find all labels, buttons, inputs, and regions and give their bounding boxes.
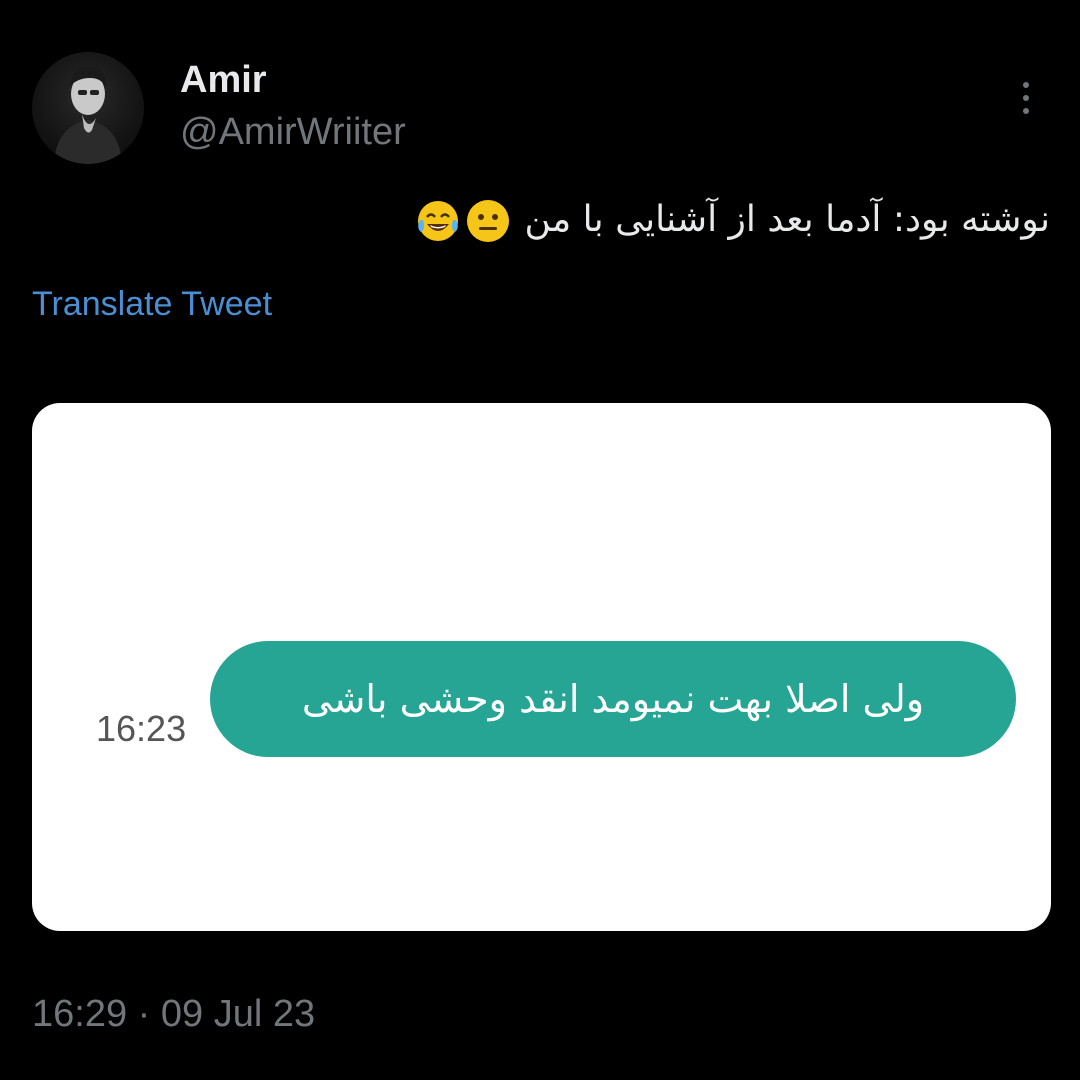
message-time: 16:23	[96, 708, 187, 749]
chat-message-bubble: ولی اصلا بهت نمیومد انقد وحشی باشی	[210, 641, 1016, 757]
neutral-face-icon	[467, 200, 510, 242]
translate-tweet-link[interactable]: Translate Tweet	[32, 282, 272, 326]
more-options-button[interactable]	[1006, 74, 1046, 122]
display-name[interactable]: Amir	[180, 56, 267, 104]
user-handle[interactable]: @AmirWriiter	[180, 108, 406, 156]
tweet-text: نوشته بود: آدما بعد از آشنایی با من	[50, 190, 1050, 250]
tears-of-joy-icon	[418, 201, 459, 241]
chat-message-text: ولی اصلا بهت نمیومد انقد وحشی باشی	[301, 677, 925, 721]
more-options-icon-dot	[1023, 95, 1029, 101]
tweet-timestamp[interactable]: 16:29 · 09 Jul 23	[32, 990, 315, 1038]
tweet-media-image[interactable]: 16:23 ولی اصلا بهت نمیومد انقد وحشی باشی	[32, 403, 1051, 931]
more-options-icon-dot	[1023, 108, 1029, 114]
more-options-icon	[1023, 82, 1029, 88]
avatar[interactable]	[32, 52, 144, 164]
tweet-body: نوشته بود: آدما بعد از آشنایی با من	[524, 199, 1050, 240]
